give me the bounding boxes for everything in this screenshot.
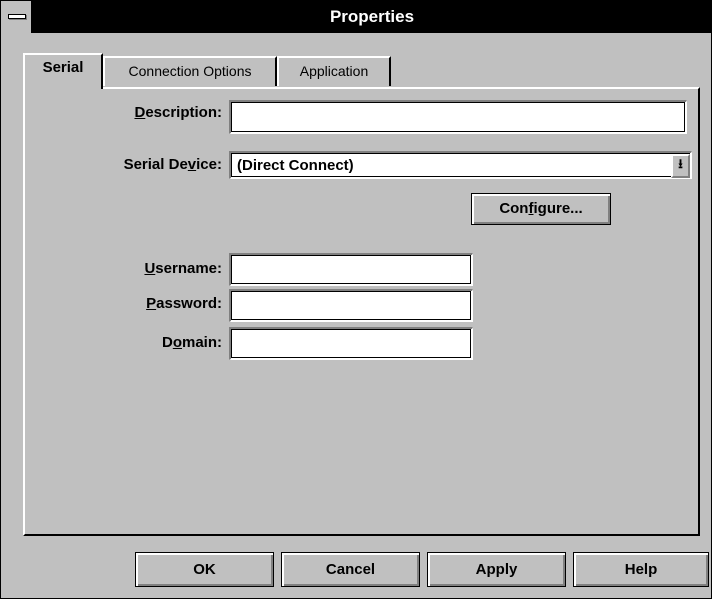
tab-connection-options[interactable]: Connection Options: [103, 56, 277, 86]
dropdown-button[interactable]: ⭳: [671, 154, 690, 178]
cancel-button[interactable]: Cancel: [281, 552, 420, 587]
description-label: Description:: [134, 104, 222, 121]
tab-serial[interactable]: Serial: [23, 53, 103, 89]
system-menu-button[interactable]: [1, 1, 33, 33]
window-title: Properties: [329, 7, 415, 26]
properties-dialog: Properties Serial Connection Options App…: [0, 0, 712, 599]
username-input[interactable]: [229, 253, 473, 286]
tab-panel-serial: Description: Serial Device: (Direct Conn…: [23, 87, 700, 536]
tab-label: Connection Options: [128, 63, 252, 79]
domain-input[interactable]: [229, 327, 473, 360]
serial-device-label: Serial Device:: [123, 156, 222, 173]
help-button[interactable]: Help: [573, 552, 709, 587]
arrow-down-icon: ⭳: [678, 156, 683, 171]
tab-label: Serial: [42, 59, 84, 76]
system-menu-icon: [8, 14, 26, 19]
serial-device-dropdown[interactable]: (Direct Connect) ⭳: [229, 151, 692, 179]
serial-device-value: (Direct Connect): [237, 157, 354, 174]
password-label: Password:: [146, 295, 222, 312]
tab-application[interactable]: Application: [277, 56, 391, 86]
domain-label: Domain:: [161, 334, 222, 351]
description-input[interactable]: [229, 100, 687, 134]
username-label: Username:: [144, 260, 222, 277]
title-bar: Properties: [1, 1, 711, 33]
tab-label: Application: [299, 63, 369, 79]
apply-button[interactable]: Apply: [427, 552, 566, 587]
ok-button[interactable]: OK: [135, 552, 274, 587]
configure-button[interactable]: Configure...: [471, 193, 611, 225]
password-input[interactable]: [229, 289, 473, 322]
